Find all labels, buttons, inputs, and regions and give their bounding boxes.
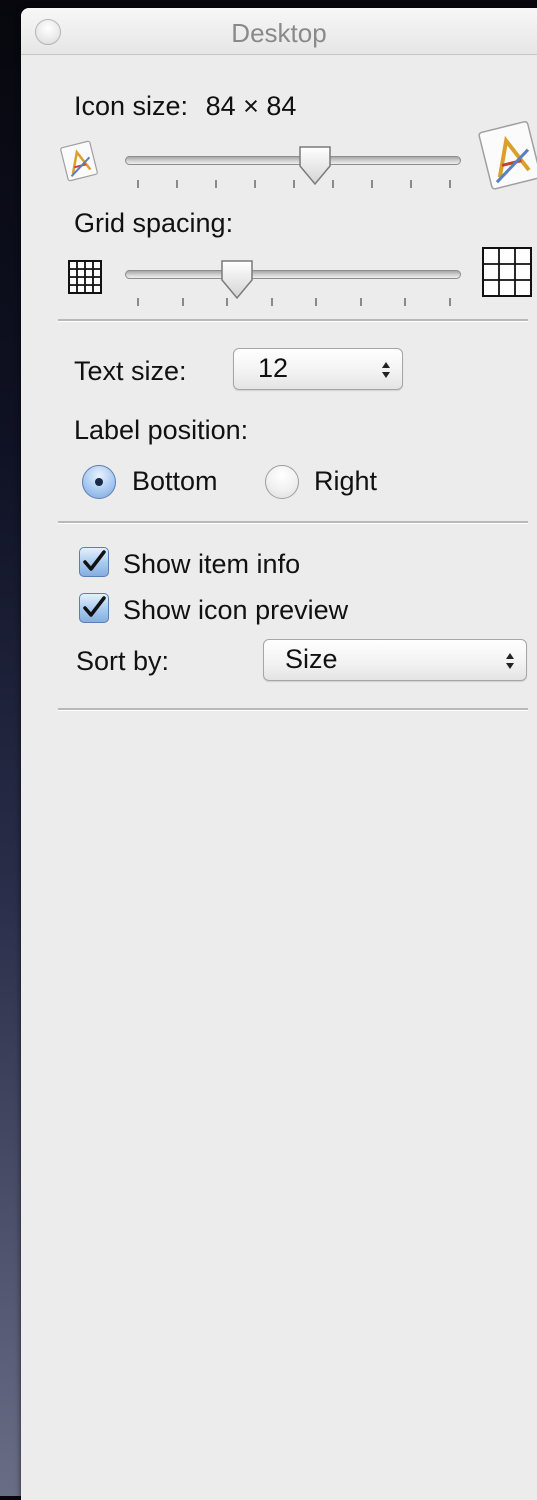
app-document-large-icon	[478, 120, 537, 190]
icon-size-label: Icon size: 84 × 84	[74, 91, 296, 122]
sort-by-value: Size	[285, 644, 338, 674]
slider-tick	[215, 180, 217, 188]
app-document-small-icon	[60, 140, 98, 182]
grid-spacing-slider-knob[interactable]	[219, 258, 255, 302]
text-size-label: Text size:	[74, 356, 187, 386]
slider-tick	[449, 180, 451, 188]
slider-tick	[410, 180, 412, 188]
radio-right-label[interactable]: Right	[314, 466, 377, 497]
separator-2	[58, 521, 528, 524]
show-item-info-label[interactable]: Show item info	[123, 549, 300, 580]
show-icon-preview-checkbox[interactable]	[79, 593, 109, 623]
slider-tick	[270, 298, 273, 306]
slider-tick	[404, 298, 407, 306]
sort-by-label: Sort by:	[76, 646, 170, 676]
grid-small-icon	[68, 260, 102, 294]
slider-tick	[371, 180, 373, 188]
checkmark-icon	[83, 596, 106, 617]
text-size-value: 12	[258, 353, 289, 383]
separator-1	[58, 319, 528, 322]
popup-arrows-icon	[382, 362, 390, 378]
label-position-label: Label position:	[74, 415, 249, 445]
window-title: Desktop	[231, 18, 327, 48]
radio-right[interactable]	[265, 465, 299, 499]
radio-bottom-label[interactable]: Bottom	[132, 466, 218, 497]
icon-size-slider-ticks	[137, 180, 451, 188]
icon-size-slider-track[interactable]	[125, 156, 461, 165]
grid-spacing-slider-track[interactable]	[125, 270, 461, 279]
slider-tick	[226, 298, 229, 306]
separator-3	[58, 708, 528, 711]
show-icon-preview-label[interactable]: Show icon preview	[123, 595, 348, 626]
text-size-popup[interactable]: 12	[233, 348, 403, 390]
slider-tick	[176, 180, 178, 188]
radio-bottom[interactable]	[82, 465, 116, 499]
grid-large-icon	[482, 247, 532, 297]
checkmark-icon	[83, 550, 106, 571]
slider-tick	[181, 298, 184, 306]
view-options-window: Desktop Icon size: 84 × 84 Grid spacing:…	[21, 8, 537, 1500]
slider-tick	[315, 298, 318, 306]
sort-by-popup[interactable]: Size	[263, 639, 527, 681]
slider-tick	[254, 180, 256, 188]
slider-tick	[137, 298, 139, 306]
icon-size-label-text: Icon size:	[74, 91, 189, 121]
window-titlebar[interactable]: Desktop	[21, 8, 537, 55]
show-item-info-checkbox[interactable]	[79, 547, 109, 577]
desktop-background: { "window": { "title": "Desktop" }, "ico…	[0, 0, 537, 1500]
slider-tick	[359, 298, 362, 306]
icon-size-value: 84 × 84	[205, 91, 297, 121]
slider-tick	[332, 180, 334, 188]
grid-spacing-label: Grid spacing:	[74, 208, 234, 238]
grid-spacing-slider-ticks	[137, 298, 451, 306]
slider-tick	[449, 298, 451, 306]
popup-arrows-icon	[506, 653, 514, 669]
slider-tick	[293, 180, 295, 188]
slider-tick	[137, 180, 139, 188]
